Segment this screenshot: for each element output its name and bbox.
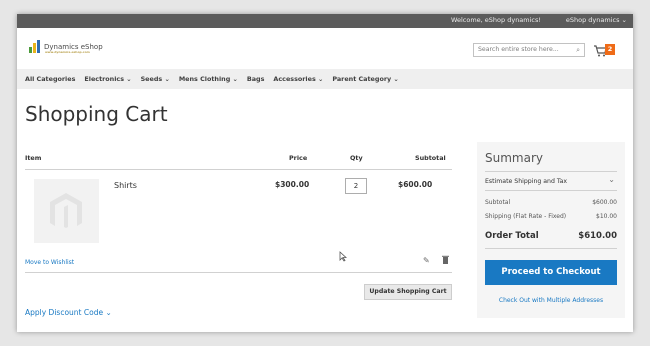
divider: [485, 171, 617, 172]
subtotal-value: $600.00: [592, 199, 617, 206]
store-logo[interactable]: Dynamics eShop www.dynamics-eshop.com: [29, 40, 103, 54]
proceed-to-checkout-button[interactable]: Proceed to Checkout: [485, 260, 617, 285]
top-bar: Welcome, eShop dynamics! eShop dynamics …: [17, 14, 633, 28]
placeholder-logo-icon: [50, 193, 82, 228]
chevron-down-icon[interactable]: ⌄: [608, 175, 615, 184]
chevron-down-icon: ⌄: [621, 16, 627, 24]
nav-mens-clothing[interactable]: Mens Clothing ⌄: [179, 75, 238, 83]
item-subtotal: $600.00: [398, 180, 433, 189]
minicart-button[interactable]: 2: [593, 42, 615, 61]
divider: [485, 190, 617, 191]
column-header-qty: Qty: [350, 154, 363, 162]
shipping-label: Shipping (Flat Rate - Fixed): [485, 213, 567, 220]
subtotal-label: Subtotal: [485, 199, 511, 206]
mouse-cursor-icon: [339, 251, 348, 265]
column-header-subtotal: Subtotal: [415, 154, 446, 162]
search-placeholder: Search entire store here...: [478, 46, 559, 53]
summary-title: Summary: [485, 151, 543, 165]
divider: [25, 272, 452, 273]
nav-electronics[interactable]: Electronics ⌄: [84, 75, 131, 83]
nav-all-categories[interactable]: All Categories: [25, 75, 75, 83]
move-to-wishlist-link[interactable]: Move to Wishlist: [25, 259, 74, 266]
column-header-item: Item: [25, 154, 42, 162]
item-price: $300.00: [275, 180, 310, 189]
shipping-value: $10.00: [596, 213, 617, 220]
account-name: eShop dynamics: [565, 16, 620, 24]
subtotal-row: Subtotal $600.00: [485, 199, 617, 206]
product-name-link[interactable]: Shirts: [114, 181, 137, 190]
quantity-input[interactable]: 2: [345, 178, 367, 194]
main-navigation: All Categories Electronics ⌄ Seeds ⌄ Men…: [17, 69, 633, 89]
order-total-value: $610.00: [578, 231, 617, 241]
search-icon[interactable]: ⌕: [576, 46, 580, 55]
summary-panel: Summary Estimate Shipping and Tax ⌄ Subt…: [477, 142, 625, 318]
update-cart-button[interactable]: Update Shopping Cart: [364, 284, 452, 300]
page-title: Shopping Cart: [25, 102, 168, 126]
logo-mark-icon: [29, 40, 41, 53]
welcome-message: Welcome, eShop dynamics!: [450, 16, 541, 24]
divider: [485, 248, 617, 249]
multiple-addresses-link[interactable]: Check Out with Multiple Addresses: [477, 297, 625, 304]
nav-seeds[interactable]: Seeds ⌄: [141, 75, 170, 83]
estimate-shipping-toggle[interactable]: Estimate Shipping and Tax: [485, 178, 567, 185]
browser-viewport: Welcome, eShop dynamics! eShop dynamics …: [17, 14, 633, 332]
apply-discount-link[interactable]: Apply Discount Code ⌄: [25, 308, 112, 317]
shipping-row: Shipping (Flat Rate - Fixed) $10.00: [485, 213, 617, 220]
edit-icon[interactable]: ✎: [423, 256, 430, 265]
account-menu[interactable]: eShop dynamics ⌄: [566, 16, 627, 24]
nav-parent-category[interactable]: Parent Category ⌄: [332, 75, 398, 83]
trash-icon[interactable]: [442, 255, 449, 266]
nav-bags[interactable]: Bags: [247, 75, 265, 83]
search-input[interactable]: Search entire store here... ⌕: [473, 43, 585, 57]
product-thumbnail[interactable]: [34, 179, 99, 243]
logo-tagline: www.dynamics-eshop.com: [45, 50, 90, 54]
nav-accessories[interactable]: Accessories ⌄: [273, 75, 323, 83]
column-header-price: Price: [289, 154, 308, 162]
cart-count-badge: 2: [605, 44, 615, 55]
order-total-row: Order Total $610.00: [485, 231, 617, 241]
order-total-label: Order Total: [485, 231, 539, 241]
divider: [25, 169, 452, 170]
